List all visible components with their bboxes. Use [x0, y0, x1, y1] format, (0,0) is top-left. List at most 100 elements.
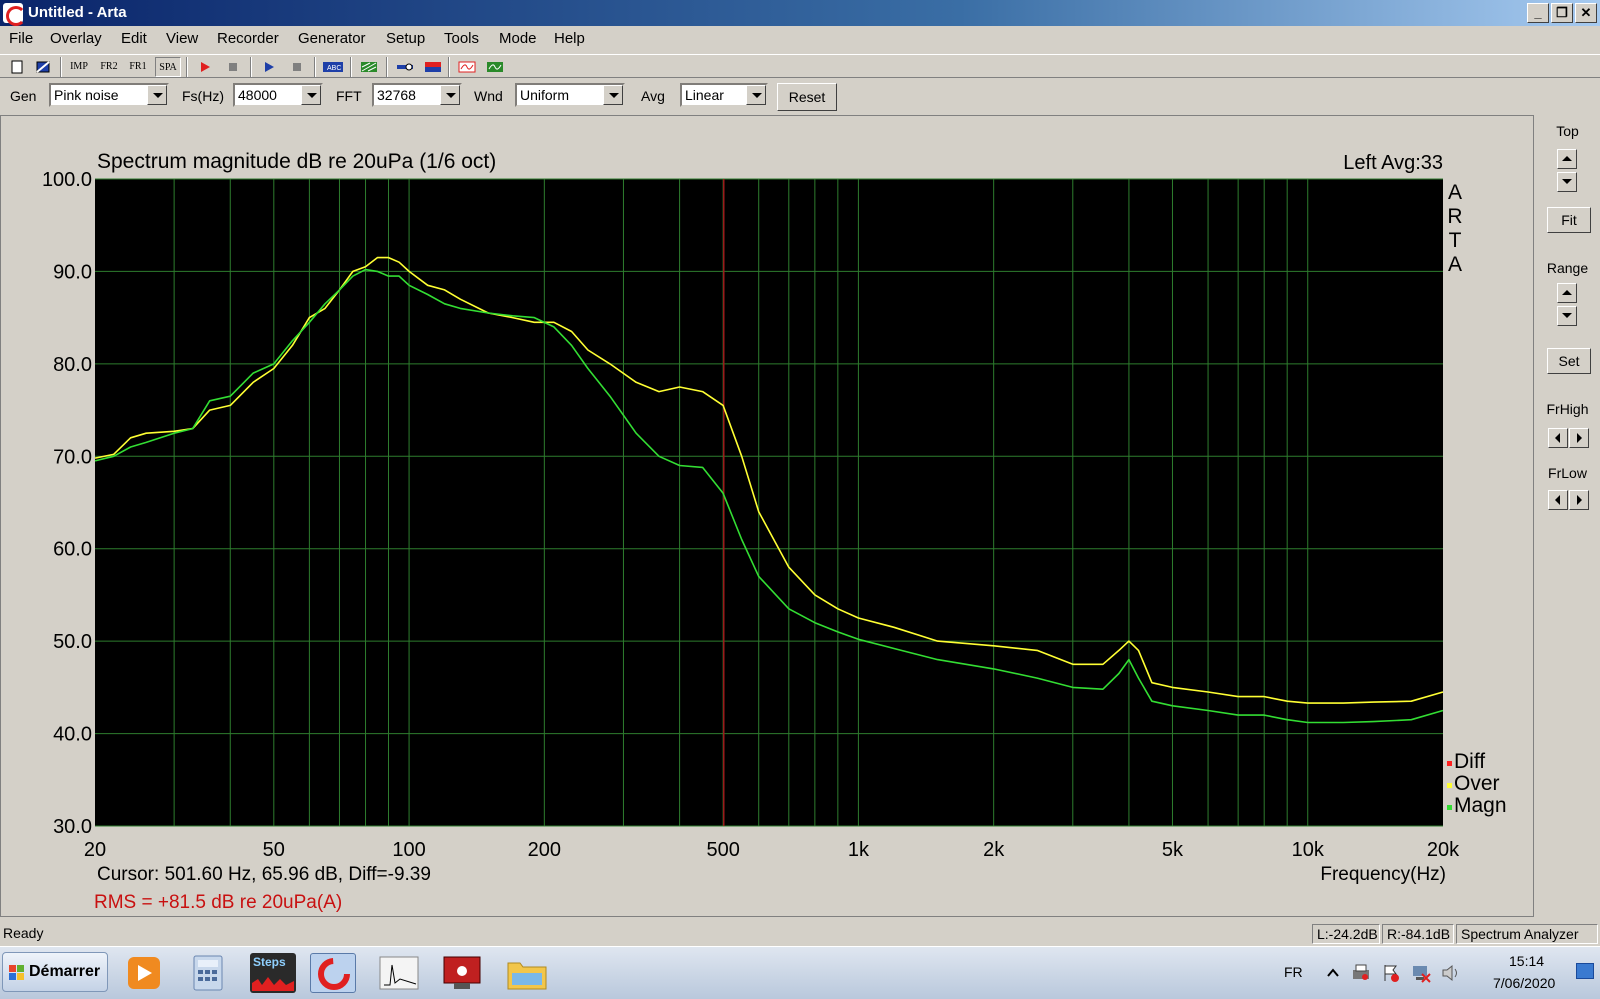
range-up-button[interactable] — [1557, 283, 1577, 303]
frlow-label: FrLow — [1548, 465, 1587, 481]
meter-icon[interactable] — [392, 57, 418, 77]
watermark-letter: A — [1448, 181, 1462, 204]
spectrum-icon[interactable] — [420, 57, 446, 77]
printer-icon[interactable] — [1350, 962, 1372, 984]
stop-record-icon[interactable] — [220, 57, 246, 77]
menu-setup[interactable]: Setup — [386, 30, 425, 47]
restore-button[interactable]: ❐ — [1551, 3, 1573, 23]
scale-control-panel: Top Fit Range Set FrHigh FrLow — [1535, 115, 1600, 917]
legend-label: Magn — [1454, 794, 1507, 817]
top-label: Top — [1556, 123, 1579, 139]
close-button[interactable]: ✕ — [1575, 3, 1597, 23]
cursor-readout: Cursor: 501.60 Hz, 65.96 dB, Diff=-9.39 — [97, 864, 431, 885]
gen-label: Gen — [10, 88, 37, 104]
window-value: Uniform — [520, 87, 570, 103]
show-desktop-icon[interactable] — [1576, 963, 1594, 979]
stop-play-icon[interactable] — [284, 57, 310, 77]
start-button[interactable]: Démarrer — [2, 952, 108, 992]
menu-recorder[interactable]: Recorder — [217, 30, 279, 47]
top-down-button[interactable] — [1557, 172, 1577, 192]
clock-date[interactable]: 7/06/2020 — [1493, 975, 1555, 991]
start-label: Démarrer — [29, 963, 101, 980]
play-icon[interactable] — [256, 57, 282, 77]
wnd-label: Wnd — [474, 88, 503, 104]
windows-logo-icon — [9, 965, 25, 981]
fft-size-select[interactable]: 32768 — [372, 83, 462, 107]
fr2-mode-button[interactable]: FR2 — [96, 57, 122, 77]
file-explorer-icon[interactable] — [504, 953, 550, 993]
channel-info: Left Avg:33 — [1343, 152, 1443, 174]
chevron-up-icon[interactable] — [1322, 962, 1344, 984]
fit-button[interactable]: Fit — [1547, 207, 1591, 233]
reset-button[interactable]: Reset — [777, 83, 837, 111]
frlow-right-button[interactable] — [1569, 490, 1589, 510]
menu-overlay[interactable]: Overlay — [50, 30, 102, 47]
chevron-down-icon[interactable] — [301, 85, 321, 105]
frhigh-right-button[interactable] — [1569, 428, 1589, 448]
fft-size-value: 32768 — [377, 87, 416, 103]
arta-task-icon[interactable] — [310, 953, 356, 993]
x-tick-label: 2k — [983, 839, 1005, 861]
abc-icon[interactable]: ABC — [320, 57, 346, 77]
mode-indicator: Spectrum Analyzer — [1456, 924, 1598, 944]
new-file-icon[interactable] — [4, 57, 30, 77]
menu-generator[interactable]: Generator — [298, 30, 366, 47]
minimize-button[interactable]: _ — [1527, 3, 1549, 23]
chart-title: Spectrum magnitude dB re 20uPa (1/6 oct) — [97, 150, 496, 173]
x-tick-label: 10k — [1292, 839, 1325, 861]
top-up-button[interactable] — [1557, 149, 1577, 169]
chevron-down-icon[interactable] — [147, 85, 167, 105]
media-player-icon[interactable] — [122, 953, 168, 993]
menu-mode[interactable]: Mode — [499, 30, 537, 47]
left-level: L:-24.2dB — [1312, 924, 1380, 944]
flag-alert-icon[interactable] — [1380, 962, 1402, 984]
frhigh-label: FrHigh — [1546, 401, 1589, 417]
status-bar: Ready L:-24.2dB R:-84.1dB Spectrum Analy… — [0, 922, 1600, 944]
language-indicator[interactable]: FR — [1284, 964, 1303, 980]
frlow-left-button[interactable] — [1548, 490, 1568, 510]
chevron-down-icon[interactable] — [440, 85, 460, 105]
window-select[interactable]: Uniform — [515, 83, 625, 107]
impulse-analyzer-icon[interactable] — [376, 953, 422, 993]
scope-icon[interactable] — [454, 57, 480, 77]
network-disconnected-icon[interactable] — [1410, 962, 1432, 984]
calculator-icon[interactable] — [186, 953, 232, 993]
volume-icon[interactable] — [1440, 962, 1462, 984]
fr1-mode-button[interactable]: FR1 — [125, 57, 151, 77]
x-axis-label: Frequency(Hz) — [1320, 864, 1446, 885]
range-label: Range — [1546, 260, 1589, 276]
averaging-value: Linear — [685, 87, 724, 103]
sample-rate-select[interactable]: 48000 — [233, 83, 323, 107]
y-tick-label: 30.0 — [53, 816, 92, 838]
y-tick-label: 50.0 — [53, 631, 92, 653]
x-tick-label: 5k — [1162, 839, 1184, 861]
frhigh-left-button[interactable] — [1548, 428, 1568, 448]
open-file-icon[interactable] — [30, 57, 56, 77]
averaging-select[interactable]: Linear — [680, 83, 768, 107]
generator-select[interactable]: Pink noise — [49, 83, 169, 107]
set-button[interactable]: Set — [1547, 348, 1591, 374]
impulse-mode-button[interactable]: IMP — [66, 57, 92, 77]
y-tick-label: 40.0 — [53, 724, 92, 746]
sample-rate-value: 48000 — [238, 87, 277, 103]
wave-icon[interactable] — [482, 57, 508, 77]
menu-view[interactable]: View — [166, 30, 198, 47]
toolbar: IMP FR2 FR1 SPA ABC — [0, 54, 1600, 78]
steps-app-icon[interactable]: Steps — [250, 953, 296, 993]
clock-time[interactable]: 15:14 — [1509, 953, 1544, 969]
fft-label: FFT — [336, 88, 362, 104]
menu-help[interactable]: Help — [554, 30, 585, 47]
virtualbox-icon[interactable] — [440, 953, 486, 993]
chevron-down-icon[interactable] — [746, 85, 766, 105]
menu-edit[interactable]: Edit — [121, 30, 147, 47]
record-icon[interactable] — [192, 57, 218, 77]
watermark-letter: R — [1447, 205, 1462, 228]
menu-tools[interactable]: Tools — [444, 30, 479, 47]
range-down-button[interactable] — [1557, 306, 1577, 326]
spa-mode-button[interactable]: SPA — [155, 57, 181, 77]
menu-file[interactable]: File — [9, 30, 33, 47]
chevron-down-icon[interactable] — [603, 85, 623, 105]
avg-label: Avg — [641, 88, 665, 104]
grid-icon[interactable] — [356, 57, 382, 77]
spectrum-chart[interactable]: 30.0 40.0 50.0 60.0 70.0 80.0 90.0 100.0 20 50 100… — [1, 116, 1533, 916]
